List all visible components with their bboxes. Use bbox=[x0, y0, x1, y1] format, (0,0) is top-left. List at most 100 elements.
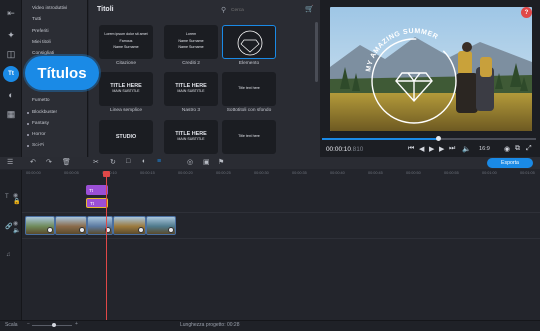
snapshot-icon[interactable]: ◉ bbox=[504, 145, 510, 153]
thumbnail-text: Title text here bbox=[238, 85, 260, 90]
timeline-ruler[interactable] bbox=[22, 170, 540, 178]
cut-icon[interactable]: ✂ bbox=[93, 158, 99, 166]
clip-properties-icon[interactable]: ≡ bbox=[157, 158, 161, 165]
title-clip[interactable]: Tt bbox=[86, 185, 108, 195]
ruler-tick-label: 00:00:45 bbox=[368, 171, 383, 175]
video-clip[interactable] bbox=[146, 216, 176, 235]
timeline-menu-icon[interactable]: ☰ bbox=[7, 158, 13, 166]
title-thumbnail[interactable]: Title text here bbox=[222, 72, 276, 106]
rotate-icon[interactable]: ↻ bbox=[110, 158, 116, 166]
fullscreen-icon[interactable]: ⤢ bbox=[526, 145, 532, 153]
thumbnail-text: Name Surname bbox=[113, 45, 139, 50]
ruler-tick-label: 00:00:30 bbox=[254, 171, 269, 175]
transition-icon[interactable] bbox=[79, 227, 85, 233]
title-thumbnail[interactable]: TITLE HERE MAIN SUBTITLE bbox=[164, 72, 218, 106]
color-adjust-icon[interactable]: ◐ bbox=[142, 158, 146, 165]
tool-rail: ⇤ ✦ ◫ Tt ◐ ▦ bbox=[0, 0, 22, 168]
ruler-tick-label: 00:00:40 bbox=[330, 171, 345, 175]
category-item[interactable]: Tutti bbox=[32, 17, 41, 22]
add-track-icon[interactable]: T bbox=[5, 194, 9, 200]
crop-icon[interactable]: □ bbox=[126, 158, 130, 165]
category-item[interactable]: Fantasy bbox=[26, 121, 49, 126]
import-icon[interactable]: ⇤ bbox=[4, 6, 18, 20]
search-icon: ⚲ bbox=[221, 7, 227, 14]
transition-icon[interactable] bbox=[168, 227, 174, 233]
title-thumbnail[interactable]: Lorem Name Surname Name Surname bbox=[164, 25, 218, 59]
thumbnail-label: Sottotitoli con sfondo bbox=[226, 108, 272, 113]
title-thumbnail[interactable]: TITLE HERE MAIN SUBTITLE bbox=[99, 72, 153, 106]
category-item[interactable]: Sci-Fi bbox=[26, 143, 44, 148]
video-clip[interactable] bbox=[25, 216, 55, 235]
title-clip-selected[interactable]: Tt bbox=[86, 198, 108, 208]
magic-wand-icon[interactable]: ✦ bbox=[4, 28, 18, 42]
zoom-in-icon[interactable]: + bbox=[75, 321, 78, 327]
video-clip[interactable] bbox=[87, 216, 113, 235]
record-icon[interactable]: ◎ bbox=[187, 158, 193, 166]
panel-scrollbar[interactable] bbox=[315, 22, 318, 82]
step-back-icon[interactable]: ◀ bbox=[419, 145, 424, 153]
marker-flag-icon[interactable]: ⚑ bbox=[218, 158, 224, 166]
search-input[interactable] bbox=[231, 5, 299, 15]
playhead[interactable] bbox=[103, 171, 110, 177]
category-item[interactable]: Video introduttivi bbox=[32, 6, 67, 11]
play-icon[interactable]: ▶ bbox=[429, 145, 434, 153]
more-tools-icon[interactable]: ▦ bbox=[4, 107, 18, 121]
music-track-icon[interactable]: ♫ bbox=[6, 252, 11, 258]
aspect-ratio-select[interactable]: 16:9 bbox=[479, 146, 490, 152]
thumbnail-text: Lorem ipsum dolor sit amet bbox=[104, 32, 148, 37]
title-thumbnail[interactable]: Lorem ipsum dolor sit amet Famous Name Sur… bbox=[99, 25, 153, 59]
title-thumbnail[interactable]: Title text here bbox=[222, 120, 276, 154]
preview-video[interactable]: MY AMAZING SUMMER bbox=[330, 7, 532, 131]
title-thumbnail[interactable]: STUDIO bbox=[99, 120, 153, 154]
thumbnail-text: Name Surname bbox=[178, 45, 204, 50]
detach-preview-icon[interactable]: ⧉ bbox=[515, 145, 520, 153]
monitor-icon[interactable]: ▣ bbox=[203, 158, 210, 166]
help-button[interactable]: ? bbox=[521, 7, 532, 18]
filters-icon[interactable]: ◐ bbox=[4, 88, 18, 102]
video-track-audio-icon[interactable]: 🔈 bbox=[13, 227, 20, 234]
thumbnail-text: Lorem bbox=[185, 32, 197, 37]
thumbnail-text: TITLE HERE bbox=[110, 82, 142, 89]
thumbnail-label: Citazione bbox=[116, 61, 136, 66]
transition-icon[interactable] bbox=[47, 227, 53, 233]
title-thumbnail[interactable]: TITLE HERE MAIN SUBTITLE bbox=[164, 120, 218, 154]
transition-icon[interactable] bbox=[138, 227, 144, 233]
undo-icon[interactable]: ↶ bbox=[30, 158, 36, 166]
playback-progress-fill bbox=[322, 138, 438, 140]
lane-divider bbox=[22, 238, 540, 239]
thumbnail-label: Crediti 2 bbox=[182, 61, 200, 66]
step-forward-icon[interactable]: ▶ bbox=[439, 145, 444, 153]
titles-tooltip: Títulos bbox=[25, 56, 99, 90]
thumbnail-text: MAIN SUBTITLE bbox=[112, 89, 140, 93]
skip-back-icon[interactable]: ⏮ bbox=[408, 145, 414, 153]
playhead-line bbox=[106, 176, 107, 320]
video-track-icon[interactable]: 🔗 bbox=[5, 223, 12, 230]
video-clip[interactable] bbox=[55, 216, 87, 235]
export-button[interactable]: Esporta bbox=[487, 158, 533, 168]
redo-icon[interactable]: ↷ bbox=[46, 158, 52, 166]
scale-slider-knob[interactable] bbox=[52, 323, 56, 327]
status-bar bbox=[0, 320, 540, 331]
delete-icon[interactable]: 🗑 bbox=[62, 158, 71, 166]
category-item[interactable]: Fumetto bbox=[32, 98, 50, 103]
thumbnail-label: Nastro 3 bbox=[181, 108, 201, 113]
category-item[interactable]: Blockbuster bbox=[26, 110, 57, 115]
category-item[interactable]: Horror bbox=[27, 132, 46, 137]
playback-knob[interactable] bbox=[436, 136, 441, 141]
skip-forward-icon[interactable]: ⏭ bbox=[449, 145, 455, 153]
video-clip[interactable] bbox=[113, 216, 146, 235]
ruler-tick-label: 00:00:00 bbox=[26, 171, 41, 175]
category-item[interactable]: Preferiti bbox=[32, 29, 49, 34]
volume-icon[interactable]: 🔈 bbox=[462, 145, 471, 153]
title-track-lock-icon[interactable]: 🔒 bbox=[13, 198, 20, 205]
title-thumbnail[interactable] bbox=[222, 25, 276, 59]
track-headers bbox=[0, 170, 22, 320]
transitions-icon[interactable]: ◫ bbox=[4, 47, 18, 61]
category-item[interactable]: Miei titoli bbox=[32, 40, 51, 45]
project-length-value: 00:28 bbox=[226, 322, 240, 328]
video-track-visibility-icon[interactable]: ◉ bbox=[13, 220, 18, 227]
zoom-out-icon[interactable]: − bbox=[27, 321, 30, 327]
store-icon[interactable]: 🛒 bbox=[305, 5, 314, 13]
thumbnail-text: MAIN SUBTITLE bbox=[177, 137, 205, 141]
timecode-main: 00:00:10 bbox=[326, 146, 351, 153]
